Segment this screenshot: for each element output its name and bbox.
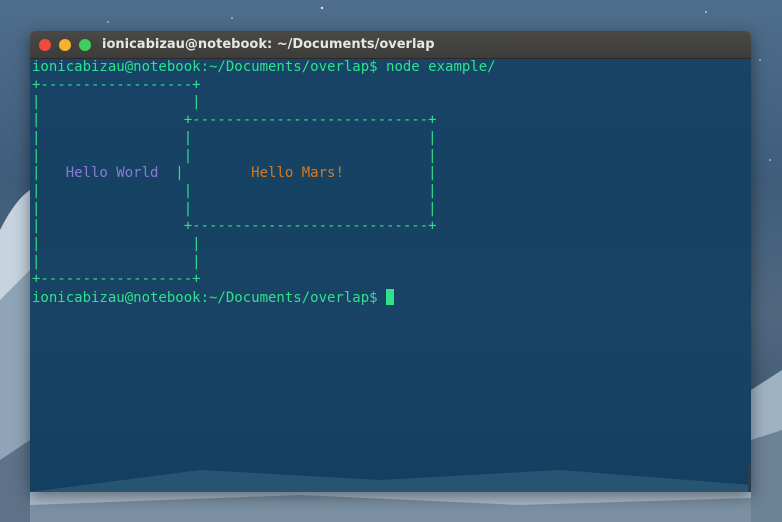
box-line: | | — [32, 253, 201, 270]
hello-world-text: Hello World — [65, 165, 159, 182]
close-button[interactable] — [39, 39, 51, 51]
box-line: +------------------+ — [32, 76, 201, 93]
box-line: +------------------+ — [32, 271, 201, 288]
box-line: | +----------------------------+ — [32, 112, 437, 129]
minimize-button[interactable] — [59, 39, 71, 51]
box-line: | | | — [32, 129, 437, 146]
box-line: | | | — [32, 147, 437, 164]
scrollbar[interactable] — [748, 462, 751, 492]
prompt: ionicabizau@notebook:~/Documents/overlap… — [32, 290, 378, 307]
box-line: | | — [32, 236, 201, 253]
box-line: | — [32, 165, 66, 182]
hello-mars-text: Hello Mars! — [251, 165, 344, 182]
box-line: | | | — [32, 200, 437, 217]
prompt: ionicabizau@notebook:~/Documents/overlap… — [32, 59, 378, 75]
box-line: | — [158, 165, 184, 182]
terminal-output: ionicabizau@notebook:~/Documents/overlap… — [32, 59, 496, 308]
text-cursor — [386, 289, 395, 306]
maximize-button[interactable] — [79, 39, 91, 51]
box-line: | — [343, 165, 437, 182]
box-line: | | — [32, 94, 201, 111]
window-title: ionicabizau@notebook: ~/Documents/overla… — [102, 37, 435, 52]
box-line: | | | — [32, 182, 437, 199]
box-line — [184, 165, 251, 181]
command-text: node example/ — [386, 59, 496, 75]
title-bar[interactable]: ionicabizau@notebook: ~/Documents/overla… — [30, 31, 751, 59]
terminal-window[interactable]: ionicabizau@notebook: ~/Documents/overla… — [30, 31, 751, 492]
terminal-body[interactable]: ionicabizau@notebook:~/Documents/overlap… — [30, 59, 751, 492]
box-line: | +----------------------------+ — [32, 218, 437, 235]
